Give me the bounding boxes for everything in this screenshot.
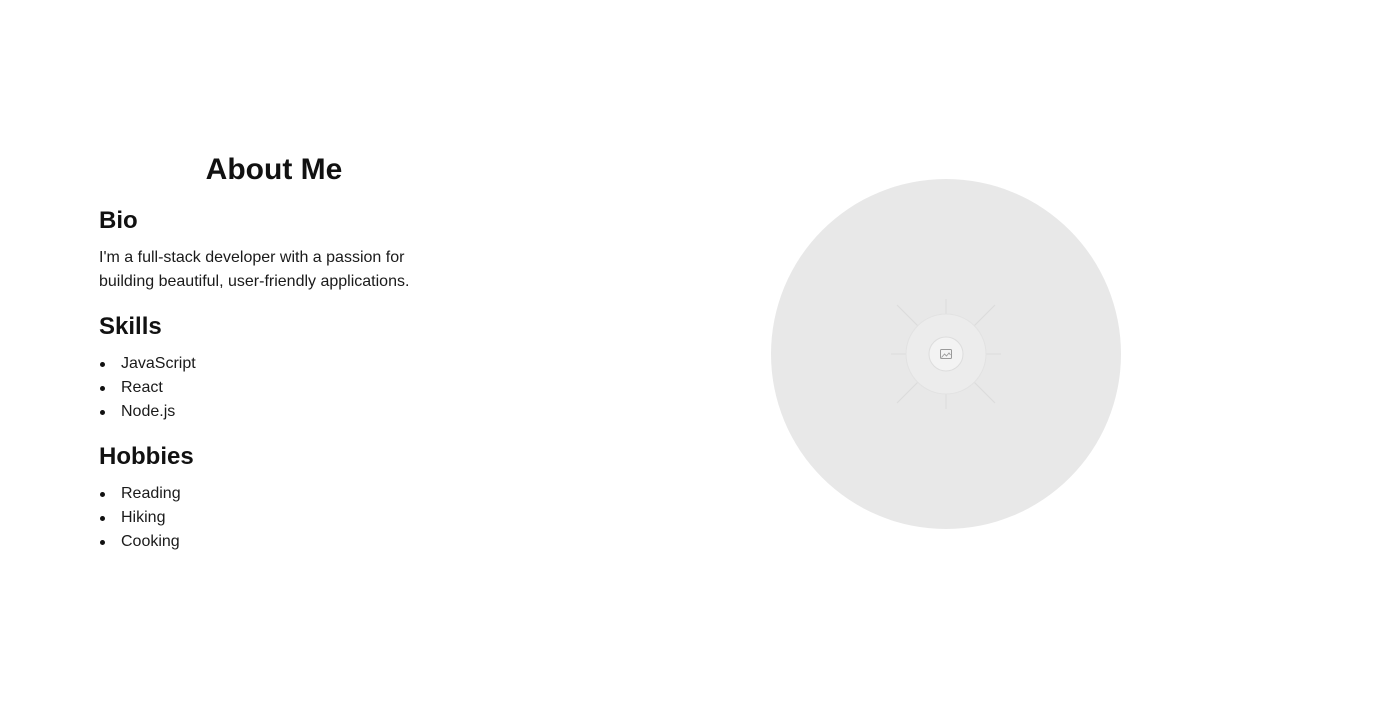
hobbies-heading: Hobbies [99,443,194,470]
bio-heading: Bio [99,207,138,234]
bio-text: I'm a full-stack developer with a passio… [99,249,410,290]
hobby-item: Cooking [99,530,449,554]
hobbies-list: Reading Hiking Cooking [99,482,449,554]
page-title: About Me [205,153,343,186]
hobby-item: Hiking [99,506,449,530]
skill-item: Node.js [99,400,449,424]
about-content: About Me Bio I'm a full-stack developer … [99,148,449,570]
image-placeholder-icon [891,299,1001,409]
profile-photo [771,179,1121,529]
skill-item: React [99,376,449,400]
skills-heading: Skills [99,313,162,340]
hobby-item: Reading [99,482,449,506]
skill-item: JavaScript [99,352,449,376]
skills-list: JavaScript React Node.js [99,352,449,424]
about-page: About Me Bio I'm a full-stack developer … [0,0,1376,708]
